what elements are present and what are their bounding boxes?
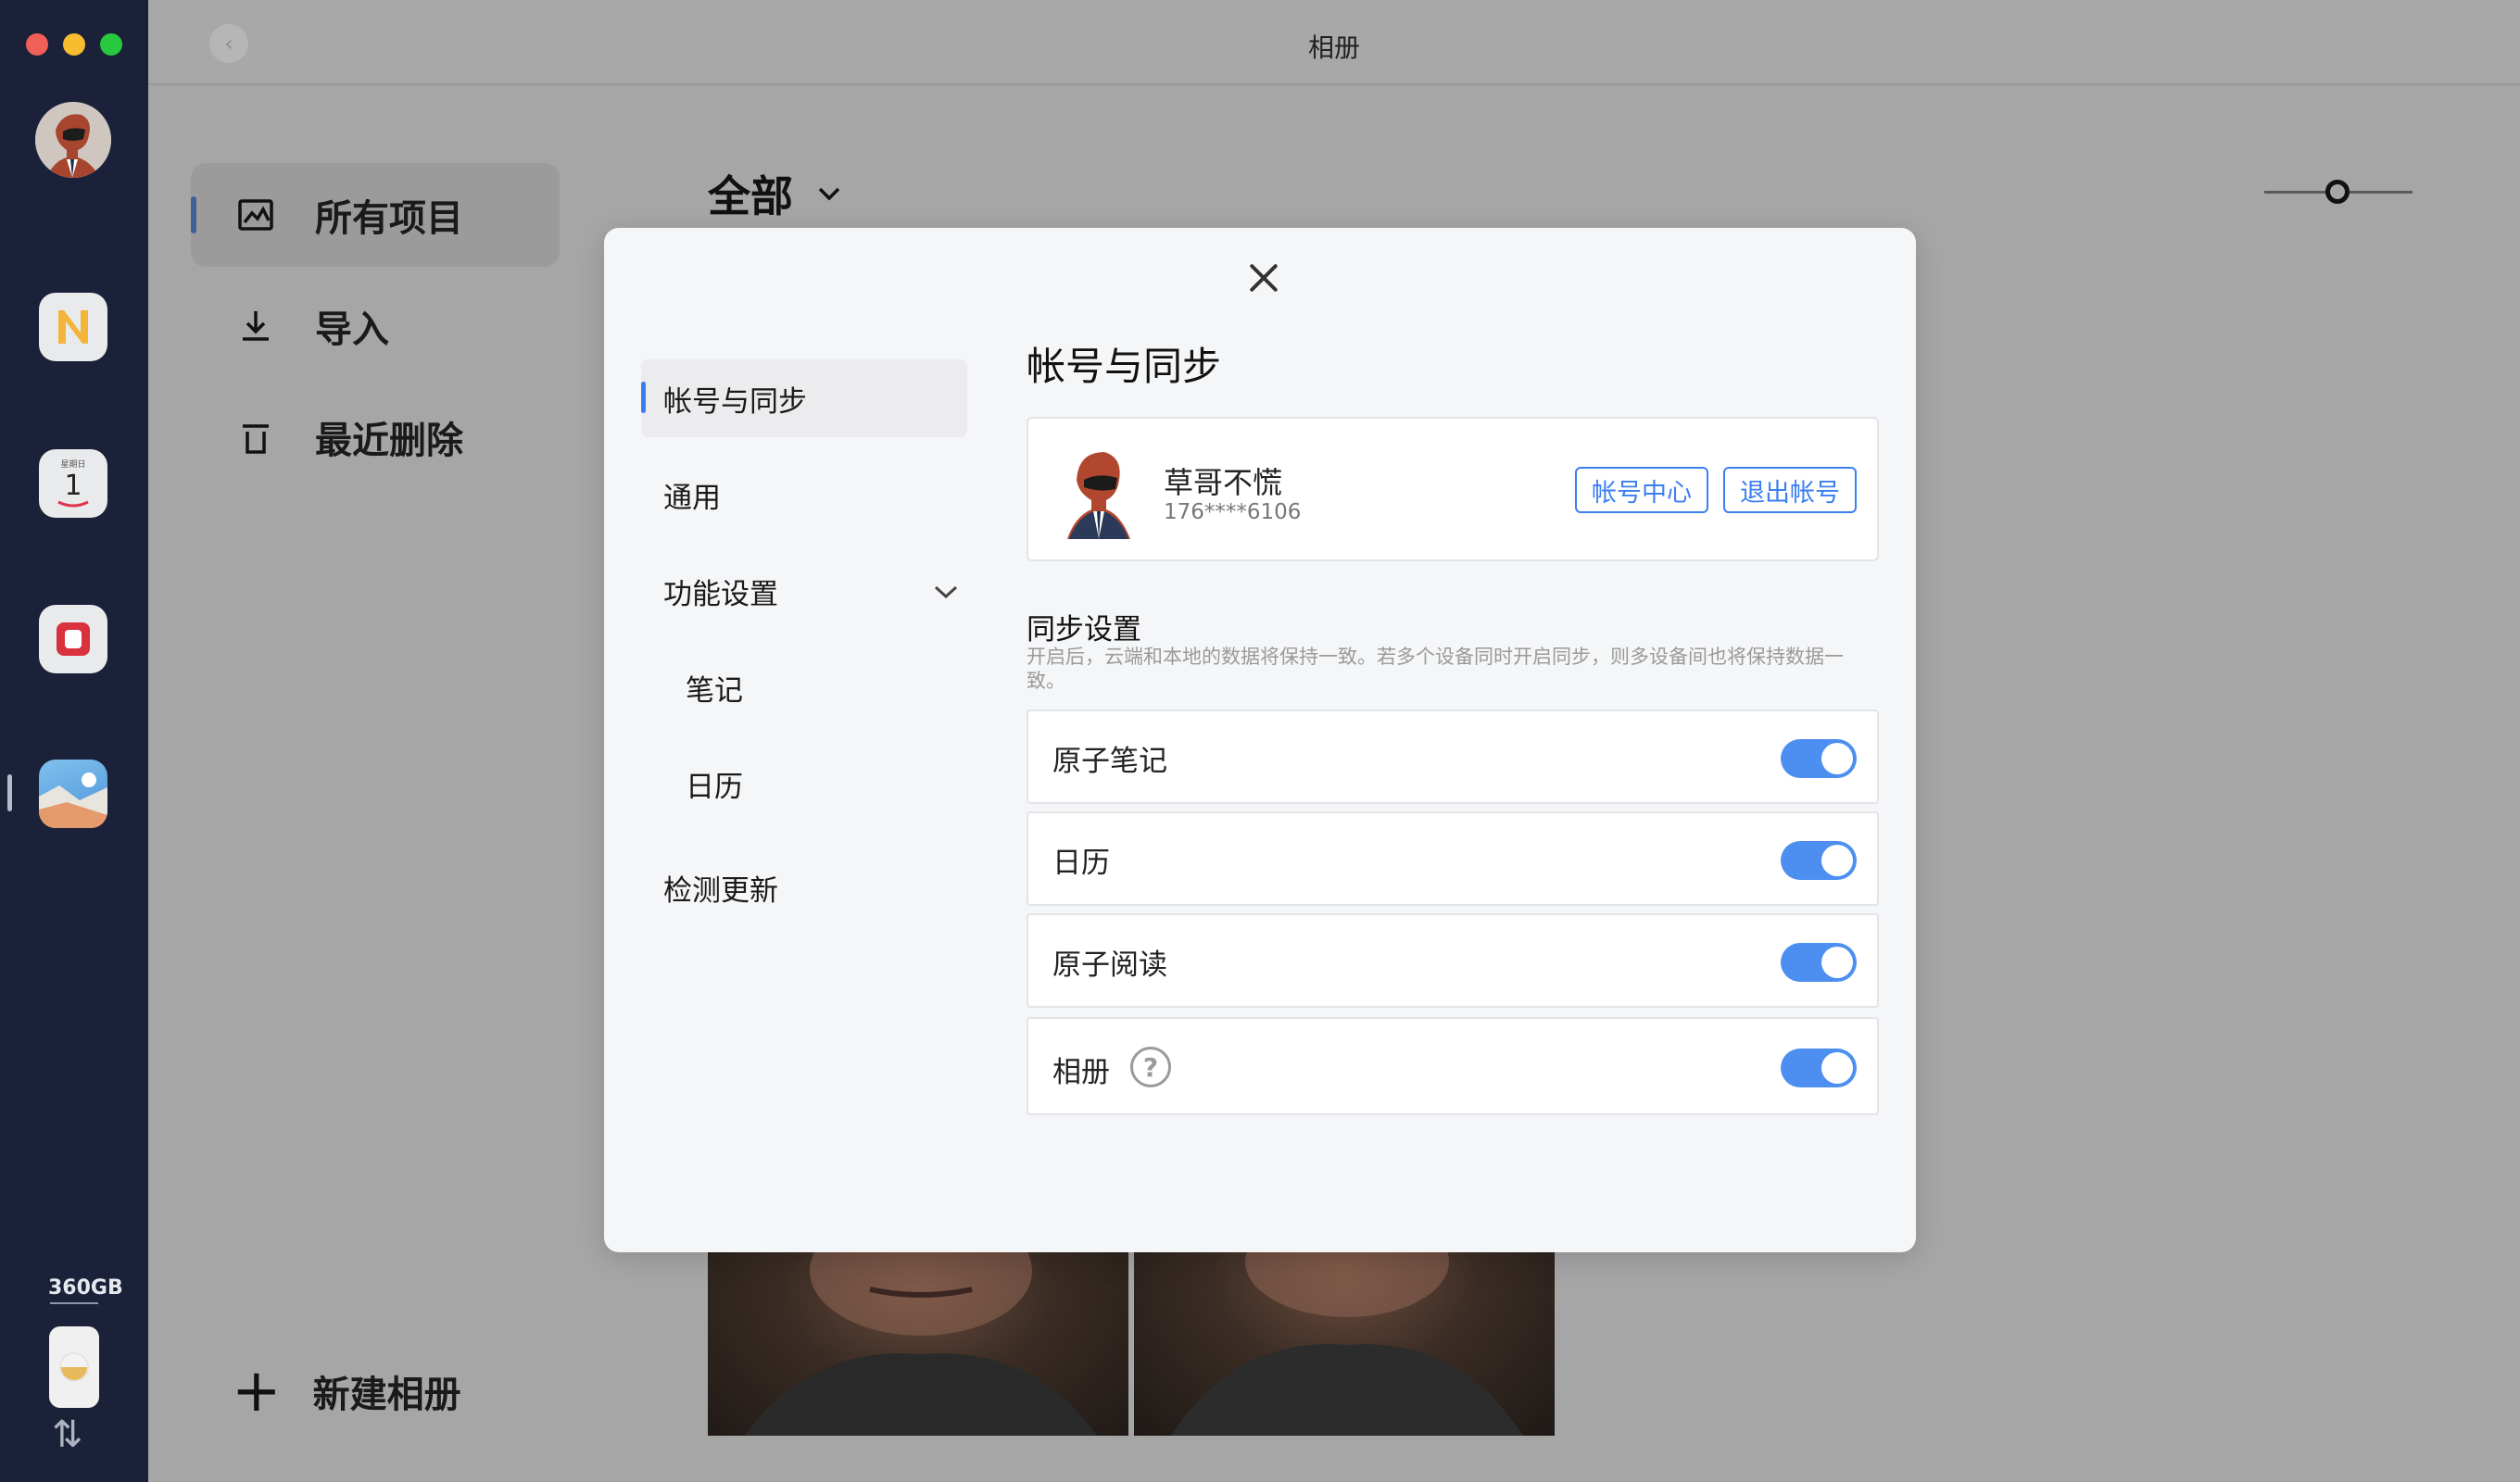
sync-row-label: 日历 <box>1052 847 1110 880</box>
storage-indicator[interactable] <box>49 1326 99 1408</box>
logout-button[interactable]: 退出帐号 <box>1723 467 1857 513</box>
sidebar-item-label: 所有项目 <box>315 197 463 240</box>
settings-nav-account-sync[interactable]: 帐号与同步 <box>641 359 967 437</box>
new-album-button[interactable]: + 新建相册 <box>232 1362 461 1421</box>
thumbnail-size-slider[interactable] <box>2264 178 2413 206</box>
back-button[interactable]: ‹ <box>209 24 248 63</box>
account-avatar <box>1056 443 1140 539</box>
sync-row-notes: 原子笔记 <box>1027 710 1879 804</box>
account-center-button[interactable]: 帐号中心 <box>1575 467 1708 513</box>
new-album-label: 新建相册 <box>312 1374 461 1416</box>
sync-row-label: 相册 <box>1052 1056 1110 1089</box>
sidebar-item-label: 导入 <box>315 308 389 351</box>
album-filter-dropdown[interactable]: 全部 <box>708 163 843 224</box>
close-window-button[interactable] <box>26 33 48 56</box>
app-dock: 星期日 1 360GB ⇅ <box>0 0 148 1482</box>
sync-row-reader: 原子阅读 <box>1027 913 1879 1008</box>
slider-knob[interactable] <box>2325 180 2350 204</box>
sync-row-label: 原子阅读 <box>1052 948 1167 982</box>
calendar-app-icon[interactable]: 星期日 1 <box>39 449 107 518</box>
sync-settings-description: 开启后，云端和本地的数据将保持一致。若多个设备同时开启同步，则多设备间也将保持数… <box>1027 646 1844 692</box>
sidebar-item-import[interactable]: 导入 <box>191 274 560 378</box>
minimize-window-button[interactable] <box>63 33 85 56</box>
sync-row-calendar: 日历 <box>1027 811 1879 906</box>
sidebar-item-all-items[interactable]: 所有项目 <box>191 163 560 267</box>
active-app-indicator <box>7 774 12 811</box>
sync-notes-toggle[interactable] <box>1781 739 1857 778</box>
svg-text:1: 1 <box>64 470 82 502</box>
settings-nav-features[interactable]: 功能设置 <box>641 552 967 630</box>
storage-usage-icon <box>59 1352 89 1382</box>
settings-nav-general[interactable]: 通用 <box>641 456 967 534</box>
sidebar-item-label: 最近删除 <box>315 420 463 462</box>
user-avatar[interactable] <box>35 102 111 178</box>
help-icon[interactable]: ? <box>1130 1047 1171 1087</box>
fullscreen-window-button[interactable] <box>100 33 122 56</box>
photo-thumbnail[interactable] <box>708 1252 1128 1436</box>
account-card: 草哥不慌 176****6106 帐号中心 退出帐号 <box>1027 417 1879 561</box>
settings-nav-label: 检测更新 <box>663 873 778 908</box>
sync-album-toggle[interactable] <box>1781 1049 1857 1087</box>
sync-calendar-toggle[interactable] <box>1781 841 1857 880</box>
photos-app-icon[interactable] <box>39 760 107 828</box>
svg-text:星期日: 星期日 <box>60 459 85 470</box>
settings-nav-check-update[interactable]: 检测更新 <box>641 848 967 926</box>
close-dialog-button[interactable] <box>1243 257 1284 298</box>
plus-icon: + <box>232 1357 282 1425</box>
account-phone: 176****6106 <box>1164 500 1302 524</box>
settings-nav-label: 笔记 <box>686 673 743 708</box>
settings-nav-notes[interactable]: 笔记 <box>641 648 967 726</box>
notes-app-icon[interactable] <box>39 293 107 361</box>
download-icon <box>243 311 269 341</box>
photo-thumbnail[interactable] <box>1134 1252 1555 1436</box>
sync-reader-toggle[interactable] <box>1781 943 1857 982</box>
settings-nav-calendar[interactable]: 日历 <box>641 745 967 823</box>
window-title: 相册 <box>1307 32 1360 63</box>
trash-icon <box>243 424 269 454</box>
chevron-down-icon <box>818 187 840 201</box>
sync-settings-title: 同步设置 <box>1027 613 1141 647</box>
sync-arrows-icon[interactable]: ⇅ <box>52 1413 83 1456</box>
sync-row-label: 原子笔记 <box>1052 745 1167 778</box>
settings-nav-label: 帐号与同步 <box>663 384 807 419</box>
filter-label: 全部 <box>708 171 793 221</box>
chevron-left-icon: ‹ <box>224 31 233 57</box>
image-icon <box>238 199 273 231</box>
storage-capacity: 360GB <box>48 1276 123 1300</box>
settings-nav-label: 日历 <box>686 770 743 804</box>
sync-row-album: 相册 ? <box>1027 1017 1879 1115</box>
settings-nav-label: 功能设置 <box>663 577 778 611</box>
account-name: 草哥不慌 <box>1164 465 1283 500</box>
settings-section-title: 帐号与同步 <box>1027 344 1222 389</box>
reader-app-icon[interactable] <box>39 605 107 673</box>
sidebar-item-recently-deleted[interactable]: 最近删除 <box>191 385 560 489</box>
chevron-down-icon <box>934 585 958 599</box>
settings-nav-label: 通用 <box>663 481 721 515</box>
